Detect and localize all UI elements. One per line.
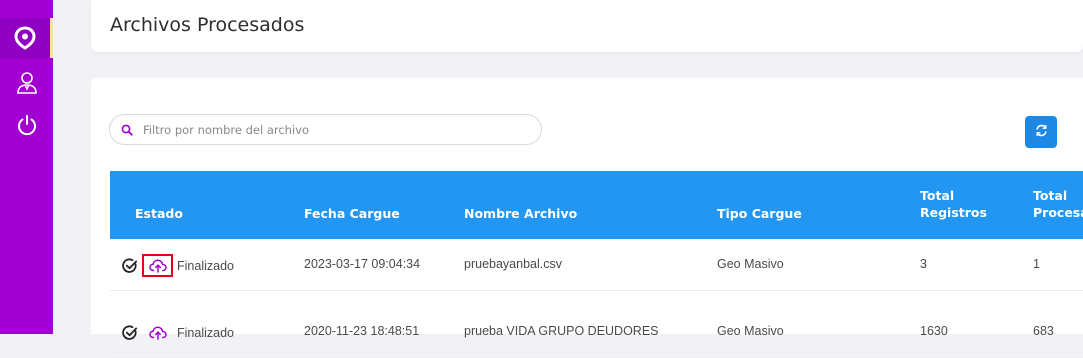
nombre-cell: prueba VIDA GRUPO DEUDORES (464, 324, 659, 338)
check-circle-icon (122, 325, 138, 341)
status-text: Finalizado (177, 258, 234, 273)
table-row: Finalizado 2020-11-23 18:48:51 prueba VI… (110, 306, 1083, 358)
refresh-button[interactable] (1025, 116, 1057, 148)
cloud-upload-icon[interactable] (142, 254, 173, 277)
cloud-upload-icon[interactable] (142, 321, 173, 344)
check-circle-icon (122, 258, 138, 274)
sidebar (0, 0, 53, 334)
column-header-tipo[interactable]: Tipo Cargue (717, 206, 802, 221)
total-registros-cell: 1630 (920, 324, 948, 338)
total-registros-cell: 3 (920, 257, 927, 271)
nombre-cell: pruebayanbal.csv (464, 257, 562, 271)
sidebar-item-logout[interactable] (0, 104, 53, 146)
column-header-total-registros-line1: Total (920, 188, 955, 203)
column-header-fecha[interactable]: Fecha Cargue (304, 206, 400, 221)
column-header-total-procesados[interactable]: Total Procesa (1033, 187, 1083, 221)
column-header-nombre[interactable]: Nombre Archivo (464, 206, 577, 221)
search-box (109, 114, 542, 145)
main-content: Estado Fecha Cargue Nombre Archivo Tipo … (91, 78, 1083, 358)
fecha-cell: 2020-11-23 18:48:51 (304, 324, 420, 338)
page-header: Archivos Procesados (91, 0, 1083, 52)
column-header-total-procesados-line2: Procesa (1033, 205, 1083, 220)
total-procesados-cell: 1 (1033, 257, 1040, 271)
user-icon (16, 71, 38, 95)
fecha-cell: 2023-03-17 09:04:34 (304, 257, 421, 271)
power-icon (16, 114, 38, 136)
status-cell: Finalizado (110, 321, 234, 344)
table-header: Estado Fecha Cargue Nombre Archivo Tipo … (110, 171, 1083, 239)
table-row: Finalizado 2023-03-17 09:04:34 pruebayan… (110, 239, 1083, 291)
column-header-total-procesados-line1: Total (1033, 188, 1068, 203)
refresh-icon (1035, 124, 1048, 140)
location-pin-icon (14, 26, 36, 50)
column-header-total-registros-line2: Registros (920, 205, 987, 220)
search-icon (121, 124, 133, 136)
column-header-total-registros[interactable]: Total Registros (920, 187, 987, 221)
column-header-estado[interactable]: Estado (135, 206, 183, 221)
tipo-cell: Geo Masivo (717, 257, 784, 271)
status-text: Finalizado (177, 325, 234, 340)
total-procesados-cell: 683 (1033, 324, 1054, 338)
sidebar-item-location[interactable] (0, 18, 53, 58)
status-cell: Finalizado (110, 254, 234, 277)
sidebar-item-user[interactable] (0, 62, 53, 104)
search-input[interactable] (143, 122, 523, 137)
page-title: Archivos Procesados (110, 14, 305, 36)
tipo-cell: Geo Masivo (717, 324, 784, 338)
